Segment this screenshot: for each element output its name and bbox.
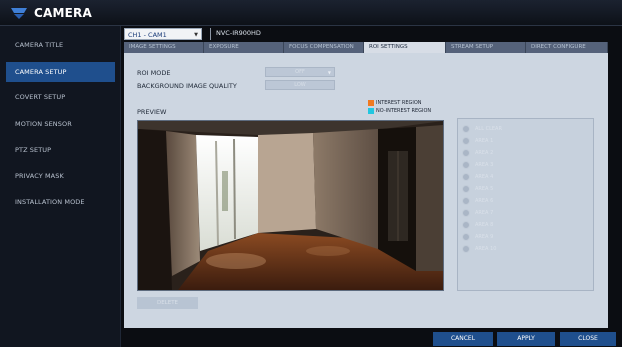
area-option-label: AREA 5 (475, 186, 494, 192)
camera-app-icon (11, 8, 27, 19)
radio-icon (462, 197, 470, 205)
area-option-label: AREA 1 (475, 138, 494, 144)
preview-label: PREVIEW (137, 108, 167, 116)
area-option-6[interactable]: AREA 6 (462, 196, 493, 206)
legend-no-interest-region: NO-INTEREST REGION (368, 107, 431, 115)
chevron-down-icon: ▼ (327, 70, 331, 75)
area-option-label: AREA 8 (475, 222, 494, 228)
tab-roi-settings[interactable]: ROI SETTINGS (364, 42, 446, 53)
title-bar: CAMERA (0, 0, 622, 26)
radio-icon (462, 173, 470, 181)
area-option-label: ALL CLEAR (475, 126, 502, 132)
area-option-4[interactable]: AREA 4 (462, 172, 493, 182)
sidebar-item-ptz-setup[interactable]: PTZ SETUP (6, 140, 115, 160)
area-option-label: AREA 4 (475, 174, 494, 180)
tab-focus-compensation[interactable]: FOCUS COMPENSATION (284, 42, 364, 53)
close-button[interactable]: CLOSE (560, 332, 616, 346)
tab-image-settings[interactable]: IMAGE SETTINGS (124, 42, 204, 53)
apply-button[interactable]: APPLY (497, 332, 555, 346)
area-option-label: AREA 9 (475, 234, 494, 240)
interest-swatch (368, 100, 374, 106)
background-quality-label: BACKGROUND IMAGE QUALITY (137, 82, 237, 90)
divider (210, 28, 211, 40)
radio-icon (462, 137, 470, 145)
area-option-9[interactable]: AREA 9 (462, 232, 493, 242)
area-option-10[interactable]: AREA 10 (462, 244, 496, 254)
sidebar-item-installation-mode[interactable]: INSTALLATION MODE (6, 192, 115, 212)
delete-button[interactable]: DELETE (137, 297, 198, 309)
tab-direct-configure[interactable]: DIRECT CONFIGURE (526, 42, 608, 53)
area-option-all-clear[interactable]: ALL CLEAR (462, 124, 502, 134)
tab-stream-setup[interactable]: STREAM SETUP (446, 42, 526, 53)
area-option-label: AREA 2 (475, 150, 494, 156)
roi-settings-panel: ROI MODE OFF ▼ BACKGROUND IMAGE QUALITY … (124, 53, 608, 328)
area-option-3[interactable]: AREA 3 (462, 160, 493, 170)
roi-mode-label: ROI MODE (137, 69, 171, 77)
radio-icon (462, 221, 470, 229)
background-quality-value: LOW (294, 82, 306, 88)
radio-icon (462, 161, 470, 169)
background-quality-select[interactable]: LOW (265, 80, 335, 90)
sidebar-item-camera-setup[interactable]: CAMERA SETUP (6, 62, 115, 82)
area-option-label: AREA 6 (475, 198, 494, 204)
radio-icon (462, 125, 470, 133)
no-interest-swatch (368, 108, 374, 114)
cancel-button[interactable]: CANCEL (433, 332, 493, 346)
legend-interest-region: INTEREST REGION (368, 99, 431, 107)
sidebar-item-motion-sensor[interactable]: MOTION SENSOR (6, 114, 115, 134)
sidebar-item-covert-setup[interactable]: COVERT SETUP (6, 87, 115, 107)
camera-preview-image (138, 121, 443, 290)
roi-area-list: ALL CLEAR AREA 1 AREA 2 AREA 3 AREA 4 AR… (457, 118, 594, 291)
area-option-2[interactable]: AREA 2 (462, 148, 493, 158)
roi-mode-value: OFF (295, 69, 305, 75)
channel-select[interactable]: CH1 - CAM1 ▼ (124, 28, 202, 40)
area-option-1[interactable]: AREA 1 (462, 136, 493, 146)
channel-select-value: CH1 - CAM1 (128, 31, 167, 39)
legend-no-interest-label: NO-INTEREST REGION (376, 108, 432, 114)
area-option-label: AREA 3 (475, 162, 494, 168)
radio-icon (462, 209, 470, 217)
app-title: CAMERA (34, 6, 92, 20)
sidebar-item-camera-title[interactable]: CAMERA TITLE (6, 35, 115, 55)
radio-icon (462, 245, 470, 253)
area-option-7[interactable]: AREA 7 (462, 208, 493, 218)
region-legend: INTEREST REGION NO-INTEREST REGION (368, 99, 431, 115)
sidebar-item-privacy-mask[interactable]: PRIVACY MASK (6, 166, 115, 186)
chevron-down-icon: ▼ (194, 32, 198, 38)
radio-icon (462, 149, 470, 157)
area-option-8[interactable]: AREA 8 (462, 220, 493, 230)
camera-preview[interactable] (137, 120, 444, 291)
radio-icon (462, 185, 470, 193)
tab-exposure[interactable]: EXPOSURE (204, 42, 284, 53)
roi-mode-select[interactable]: OFF ▼ (265, 67, 335, 77)
radio-icon (462, 233, 470, 241)
camera-model-name: NVC-IR900HD (216, 29, 261, 37)
area-option-label: AREA 10 (475, 246, 497, 252)
area-option-label: AREA 7 (475, 210, 494, 216)
legend-interest-label: INTEREST REGION (376, 100, 422, 106)
settings-tabs: IMAGE SETTINGS EXPOSURE FOCUS COMPENSATI… (124, 42, 608, 53)
area-option-5[interactable]: AREA 5 (462, 184, 493, 194)
sidebar: CAMERA TITLE CAMERA SETUP COVERT SETUP M… (0, 26, 121, 347)
